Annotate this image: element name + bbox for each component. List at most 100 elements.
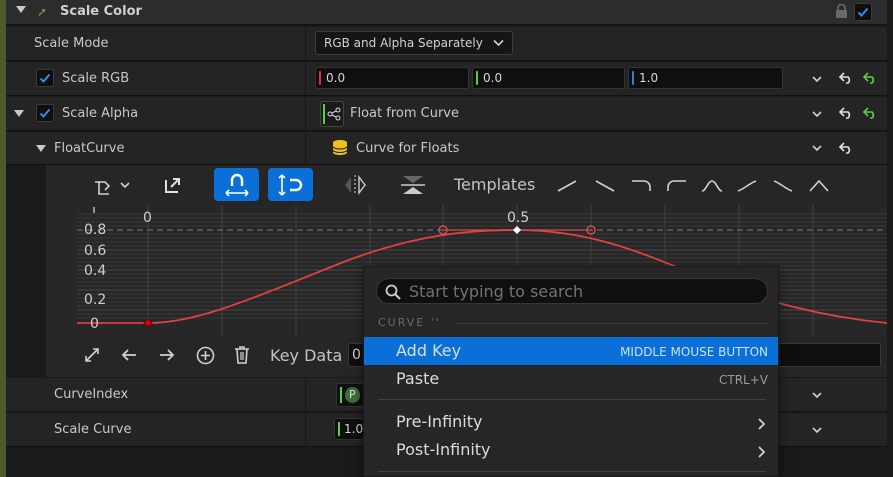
curve-asset-icon	[332, 140, 348, 155]
expand-chevron-icon[interactable]	[812, 74, 822, 84]
curve-templates-group	[557, 179, 829, 192]
selected-key[interactable]	[513, 226, 521, 234]
flip-horizontal-icon	[345, 174, 366, 195]
scale-mode-label: Scale Mode	[34, 36, 109, 51]
menu-search-placeholder: Start typing to search	[409, 282, 584, 301]
menu-item-shortcut: CTRL+V	[719, 373, 768, 387]
snap-time-button[interactable]	[214, 168, 259, 201]
reset-to-default-icon[interactable]	[862, 107, 878, 119]
previous-key-icon[interactable]	[120, 347, 138, 363]
scale-mode-dropdown[interactable]: RGB and Alpha Separately	[315, 31, 513, 55]
float-curve-label: FloatCurve	[54, 141, 125, 156]
scale-alpha-row: Scale Alpha Float from Curve	[6, 97, 887, 131]
magnet-horizontal-icon	[224, 173, 249, 197]
collapse-arrow-icon[interactable]	[16, 6, 26, 13]
reset-arrow-icon[interactable]	[838, 107, 854, 119]
template-ease-out-icon[interactable]	[632, 180, 651, 191]
menu-item-paste[interactable]: Paste CTRL+V	[364, 365, 778, 393]
search-icon	[385, 284, 401, 300]
external-open-icon	[165, 177, 180, 193]
reset-arrow-icon[interactable]	[838, 142, 854, 154]
section-title: Scale Color	[60, 4, 142, 19]
value-label: 0.6	[84, 243, 107, 259]
menu-item-pre-infinity[interactable]: Pre-Infinity	[364, 408, 778, 436]
template-smooth-down-icon[interactable]	[773, 180, 793, 192]
menu-item-label: Add Key	[396, 341, 462, 360]
column-splitter[interactable]	[305, 27, 306, 60]
flip-vertical-button[interactable]	[398, 168, 428, 201]
float-curve-row: FloatCurve Curve for Floats	[6, 132, 887, 165]
zoom-to-fit-icon[interactable]	[84, 347, 100, 363]
template-linear-down-icon[interactable]	[595, 180, 615, 192]
scale-curve-value: 1.0	[344, 422, 364, 436]
expand-arrow-icon[interactable]	[36, 145, 46, 152]
expand-chevron-icon[interactable]	[812, 425, 822, 435]
add-key-icon[interactable]	[196, 346, 215, 365]
scale-curve-label: Scale Curve	[54, 422, 132, 437]
scale-alpha-value[interactable]: Float from Curve	[350, 106, 459, 121]
menu-item-label: Pre-Infinity	[396, 412, 483, 431]
scale-rgb-checkbox[interactable]	[36, 69, 54, 87]
template-linear-up-icon[interactable]	[557, 180, 577, 192]
column-splitter[interactable]	[305, 378, 306, 411]
time-label: 0.5	[507, 210, 530, 226]
expand-chevron-icon[interactable]	[812, 390, 822, 400]
menu-item-add-key[interactable]: Add Key MIDDLE MOUSE BUTTON	[364, 337, 778, 365]
column-splitter[interactable]	[305, 62, 306, 95]
menu-item-post-infinity[interactable]: Post-Infinity	[364, 436, 778, 464]
value-label: 0.8	[84, 222, 107, 238]
scale-alpha-checkbox[interactable]	[36, 104, 54, 122]
reset-arrow-icon[interactable]	[838, 72, 854, 84]
scale-mode-row: Scale Mode RGB and Alpha Separately	[6, 27, 887, 61]
menu-section-divider	[456, 323, 768, 324]
green-channel-indicator	[338, 422, 340, 436]
blue-channel-indicator	[632, 71, 634, 85]
template-smooth-up-icon[interactable]	[737, 180, 757, 192]
template-peak-icon[interactable]	[809, 179, 829, 192]
curve-editor-toolbar: Templates	[46, 165, 887, 205]
key-interpolation-button[interactable]	[86, 168, 136, 201]
template-ease-in-icon[interactable]	[667, 180, 686, 191]
reset-to-default-icon[interactable]	[862, 72, 878, 84]
scale-curve-field[interactable]: 1.0	[334, 418, 364, 440]
open-curve-editor-button[interactable]	[158, 168, 188, 201]
templates-label: Templates	[454, 175, 536, 194]
green-channel-indicator	[340, 387, 342, 403]
scale-rgb-b-value: 1.0	[639, 71, 659, 85]
expand-chevron-icon[interactable]	[812, 109, 822, 119]
curve-context-menu: Start typing to search CURVE '' Add Key …	[363, 266, 779, 477]
menu-item-label: Paste	[396, 369, 440, 388]
expand-chevron-icon[interactable]	[812, 143, 822, 153]
magnet-vertical-icon	[277, 173, 302, 196]
menu-search-box[interactable]: Start typing to search	[376, 278, 768, 304]
expand-arrow-icon[interactable]	[14, 110, 24, 117]
float-curve-value[interactable]: Curve for Floats	[356, 141, 459, 156]
scale-rgb-r-field[interactable]: 0.0	[315, 67, 469, 89]
menu-item-shortcut: MIDDLE MOUSE BUTTON	[620, 345, 768, 359]
red-channel-indicator	[319, 71, 321, 85]
menu-item-label: Post-Infinity	[396, 440, 491, 459]
section-enable-checkbox[interactable]	[854, 3, 872, 21]
column-splitter[interactable]	[305, 132, 306, 164]
flip-horizontal-button[interactable]	[340, 168, 370, 201]
scale-rgb-b-field[interactable]: 1.0	[628, 67, 783, 89]
curve-index-field[interactable]: P	[336, 383, 364, 407]
lock-icon[interactable]	[835, 3, 848, 22]
snap-value-button[interactable]	[268, 168, 313, 201]
column-splitter[interactable]	[305, 413, 306, 446]
section-header[interactable]: ➚ Scale Color	[6, 0, 887, 25]
template-bell-icon[interactable]	[701, 180, 723, 192]
key-data-value-field[interactable]	[776, 343, 881, 367]
scale-alpha-label: Scale Alpha	[62, 106, 139, 121]
time-label: 0	[143, 210, 152, 226]
delete-key-icon[interactable]	[233, 345, 251, 365]
key-data-time-value: 0	[352, 347, 361, 363]
value-label: 0	[90, 316, 99, 332]
next-key-icon[interactable]	[158, 347, 176, 363]
scale-rgb-row: Scale RGB 0.0 0.0 1.0	[6, 62, 887, 96]
value-label: 0.4	[84, 263, 107, 279]
scale-color-icon: ➚	[37, 5, 48, 19]
curve-key[interactable]	[143, 318, 153, 328]
column-splitter[interactable]	[305, 97, 306, 130]
scale-rgb-g-field[interactable]: 0.0	[472, 67, 625, 89]
